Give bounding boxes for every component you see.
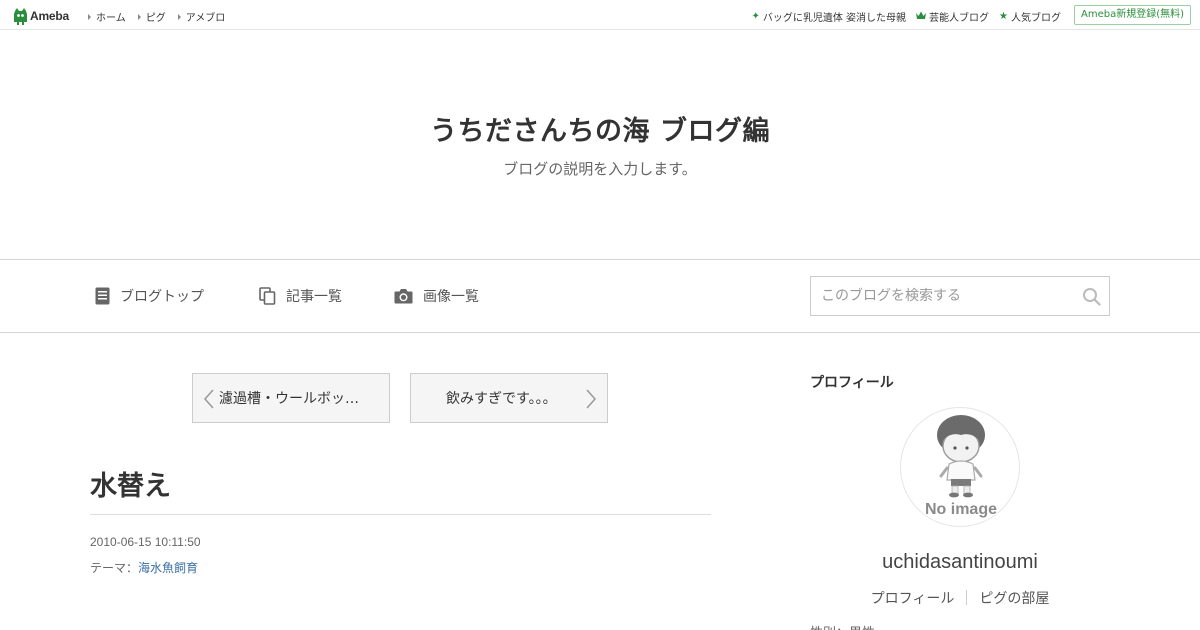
sparkle-icon: ✦ — [751, 10, 760, 22]
avatar-placeholder-text: No image — [925, 501, 997, 518]
theme-link[interactable]: 海水魚飼育 — [138, 561, 198, 575]
header-right-links: ✦ バッグに乳児遺体 姿消した母親 芸能人ブログ ★ 人気ブログ — [741, 9, 1061, 24]
global-nav-label: ホーム — [96, 13, 126, 24]
popular-blog-link[interactable]: ★ 人気ブログ — [999, 9, 1061, 24]
blog-nav-entries[interactable]: 記事一覧 — [259, 286, 342, 306]
article-divider — [90, 514, 711, 515]
news-link[interactable]: ✦ バッグに乳児遺体 姿消した母親 — [751, 9, 906, 24]
next-article-button[interactable]: 飲みすぎです。。。 — [410, 373, 608, 423]
ameba-logo-icon — [14, 7, 27, 25]
news-link-label: バッグに乳児遺体 姿消した母親 — [762, 13, 907, 24]
global-nav-label: ピグ — [145, 13, 166, 24]
crown-icon — [916, 11, 927, 23]
celebrity-blog-label: 芸能人ブログ — [929, 13, 990, 24]
popular-blog-label: 人気ブログ — [1011, 13, 1061, 24]
article-datetime: 2010-06-15 10:11:50 — [90, 535, 201, 549]
arrow-right-icon — [177, 13, 181, 20]
divider — [966, 590, 968, 605]
global-header: Ameba ホーム ピグ アメブロ ✦ バッグに乳児遺体 姿消した母親 芸能人ブ… — [0, 0, 1200, 30]
blog-header: うちださんちの海 ブログ編 ブログの説明を入力します。 — [0, 30, 1200, 260]
blog-nav-label: ブログトップ — [120, 289, 204, 305]
next-article-label: 飲みすぎです。。。 — [446, 391, 557, 407]
blog-search — [810, 276, 1110, 316]
pigg-room-link[interactable]: ピグの部屋 — [979, 588, 1049, 608]
global-nav-label: アメブロ — [185, 13, 226, 24]
article-theme: テーマ：海水魚飼育 — [90, 559, 198, 576]
search-input[interactable] — [811, 277, 1061, 315]
theme-prefix: テーマ： — [90, 561, 139, 575]
logo-text: Ameba — [30, 9, 70, 23]
copy-icon — [259, 287, 276, 305]
profile-link[interactable]: プロフィール — [871, 588, 955, 608]
search-icon[interactable] — [1082, 287, 1101, 306]
blog-nav: ブログトップ 記事一覧 画像一覧 — [0, 260, 1200, 333]
profile-links: プロフィール ピグの部屋 — [810, 588, 1110, 608]
arrow-right-icon — [88, 13, 91, 20]
register-button[interactable]: Ameba新規登録(無料) — [1073, 5, 1191, 25]
arrow-right-icon — [137, 13, 141, 20]
global-nav-home[interactable]: ホーム — [88, 9, 126, 24]
global-nav-ameblo[interactable]: アメブロ — [177, 9, 226, 24]
profile-heading: プロフィール — [810, 375, 894, 391]
document-icon — [95, 287, 110, 305]
profile-name[interactable]: uchidasantinoumi — [810, 551, 1110, 574]
profile-gender: 性別：男性 — [810, 622, 875, 630]
blog-nav-label: 画像一覧 — [423, 289, 479, 305]
star-icon: ★ — [999, 10, 1008, 22]
blog-nav-top[interactable]: ブログトップ — [95, 286, 204, 306]
blog-nav-images[interactable]: 画像一覧 — [394, 286, 479, 306]
article-title[interactable]: 水替え — [90, 464, 171, 503]
blog-title[interactable]: うちださんちの海 ブログ編 — [0, 109, 1200, 148]
global-nav: ホーム ピグ アメブロ — [88, 9, 237, 24]
blog-description: ブログの説明を入力します。 — [503, 160, 697, 178]
prev-article-button[interactable]: 濾過槽・ウールボッ… — [192, 373, 390, 423]
no-image-avatar-icon: No image — [925, 415, 997, 518]
camera-icon — [394, 289, 413, 304]
avatar[interactable]: No image — [900, 407, 1020, 527]
global-nav-pigg[interactable]: ピグ — [137, 9, 166, 24]
prev-article-label: 濾過槽・ウールボッ… — [219, 391, 359, 407]
celebrity-blog-link[interactable]: 芸能人ブログ — [916, 9, 989, 24]
blog-nav-label: 記事一覧 — [286, 289, 342, 305]
chevron-right-icon — [586, 389, 597, 409]
chevron-left-icon — [203, 389, 214, 409]
ameba-logo[interactable]: Ameba — [13, 6, 69, 26]
